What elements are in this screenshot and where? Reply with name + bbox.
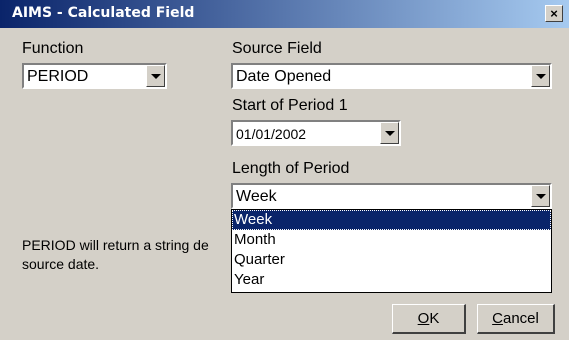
length-period-value: Week (236, 188, 277, 205)
ok-button[interactable]: OK (392, 304, 466, 334)
close-button[interactable]: × (545, 5, 563, 22)
title-bar[interactable]: AIMS - Calculated Field × (0, 0, 569, 28)
length-period-label: Length of Period (232, 160, 350, 177)
calculated-field-dialog: AIMS - Calculated Field × Function PERIO… (0, 0, 569, 340)
function-select[interactable]: PERIOD (22, 63, 167, 89)
cancel-accelerator: C (492, 310, 503, 327)
function-label: Function (22, 40, 84, 57)
length-period-select[interactable]: Week (231, 183, 552, 209)
function-dropdown-button[interactable] (146, 65, 165, 87)
function-value: PERIOD (27, 68, 89, 85)
start-period-label: Start of Period 1 (232, 97, 348, 114)
chevron-down-icon (150, 73, 161, 79)
start-period-value: 01/01/2002 (236, 126, 307, 142)
length-period-options-list[interactable]: Week Month Quarter Year (231, 209, 552, 293)
chevron-down-icon (535, 193, 546, 199)
source-field-value: Date Opened (236, 68, 332, 85)
window-title: AIMS - Calculated Field (12, 5, 195, 21)
option-week[interactable]: Week (232, 210, 551, 230)
cancel-label-rest: ancel (502, 310, 539, 327)
source-field-select[interactable]: Date Opened (231, 63, 552, 89)
length-period-dropdown-button[interactable] (531, 185, 550, 207)
ok-accelerator: O (417, 310, 430, 327)
option-quarter[interactable]: Quarter (232, 250, 551, 270)
close-icon: × (550, 6, 558, 21)
cancel-button[interactable]: Cancel (477, 304, 555, 334)
start-period-select[interactable]: 01/01/2002 (231, 120, 401, 146)
option-year[interactable]: Year (232, 270, 551, 290)
function-description: PERIOD will return a string de source da… (22, 237, 209, 272)
ok-label-rest: K (429, 310, 440, 327)
source-field-label: Source Field (232, 40, 322, 57)
start-period-dropdown-button[interactable] (380, 122, 399, 144)
source-field-dropdown-button[interactable] (531, 65, 550, 87)
option-month[interactable]: Month (232, 230, 551, 250)
chevron-down-icon (535, 73, 546, 79)
chevron-down-icon (384, 130, 395, 136)
